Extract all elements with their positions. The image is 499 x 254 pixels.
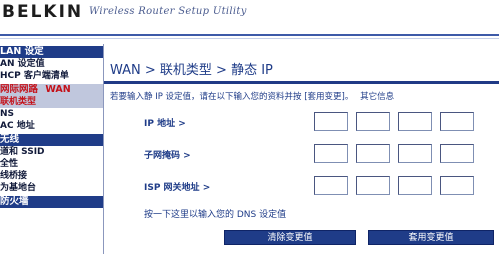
sidebar-section-firewall[interactable]: 防火墙 <box>0 196 103 208</box>
dns-settings-link[interactable]: 按一下这里以输入您的 DNS 设定值 <box>144 207 286 220</box>
clear-changes-button[interactable]: 清除变更值 <box>224 230 356 245</box>
sidebar-item-lan-settings[interactable]: AN 设定值 <box>0 58 103 70</box>
subnet-mask-inputs <box>314 144 474 163</box>
main-content: WAN > 联机类型 > 静态 IP 若要输入静 IP 设定值，请在以下输入您的… <box>104 44 499 254</box>
gateway-octet-4-input[interactable] <box>440 176 474 195</box>
header-divider <box>0 34 499 36</box>
header: BELKIN Wireless Router Setup Utility <box>0 0 499 39</box>
sidebar-section-wan[interactable]: 网际网路 WAN <box>0 84 103 96</box>
sidebar-nav: LAN 设定 AN 设定值 HCP 客户端清单 网际网路 WAN 联机类型 NS… <box>0 44 103 254</box>
sidebar-item-mac-address[interactable]: AC 地址 <box>0 120 103 132</box>
sidebar-item-channel-ssid[interactable]: 道和 SSID <box>0 146 103 158</box>
more-info-link[interactable]: 其它信息 <box>360 92 394 102</box>
sidebar-item-dns[interactable]: NS <box>0 108 103 120</box>
ip-address-label: IP 地址 > <box>144 119 186 129</box>
ip-octet-2-input[interactable] <box>356 112 390 131</box>
brand-logo: BELKIN <box>2 2 84 22</box>
sidebar-section-wireless[interactable]: 无线 <box>0 134 103 146</box>
apply-changes-button[interactable]: 套用变更值 <box>368 230 494 245</box>
sidebar-item-connection-type[interactable]: 联机类型 <box>0 96 103 108</box>
gateway-address-label: ISP 网关地址 > <box>144 183 211 193</box>
subnet-octet-3-input[interactable] <box>398 144 432 163</box>
ip-octet-3-input[interactable] <box>398 112 432 131</box>
sidebar-item-security[interactable]: 全性 <box>0 158 103 170</box>
ip-octet-1-input[interactable] <box>314 112 348 131</box>
subnet-octet-1-input[interactable] <box>314 144 348 163</box>
gateway-octet-2-input[interactable] <box>356 176 390 195</box>
title-divider <box>104 81 499 84</box>
instruction-body: 若要输入静 IP 设定值，请在以下输入您的资料并按 [套用变更]。 <box>110 92 354 102</box>
sidebar-section-lan[interactable]: LAN 设定 <box>0 46 103 58</box>
gateway-octet-3-input[interactable] <box>398 176 432 195</box>
ip-address-inputs <box>314 112 474 131</box>
subnet-mask-label: 子网掩码 > <box>144 151 191 161</box>
subnet-octet-4-input[interactable] <box>440 144 474 163</box>
sidebar-section-wan-sub: WAN <box>45 84 71 95</box>
subnet-octet-2-input[interactable] <box>356 144 390 163</box>
header-divider-thin <box>0 38 499 39</box>
sidebar-item-wireless-bridge[interactable]: 线桥接 <box>0 170 103 182</box>
sidebar-item-access-point[interactable]: 为基地台 <box>0 182 103 194</box>
page-title-breadcrumb: WAN > 联机类型 > 静态 IP <box>110 63 273 78</box>
tagline: Wireless Router Setup Utility <box>89 6 247 17</box>
instruction-text: 若要输入静 IP 设定值，请在以下输入您的资料并按 [套用变更]。 其它信息 <box>110 90 394 102</box>
gateway-address-inputs <box>314 176 474 195</box>
gateway-octet-1-input[interactable] <box>314 176 348 195</box>
sidebar-section-wan-title: 网际网路 <box>0 84 39 95</box>
ip-octet-4-input[interactable] <box>440 112 474 131</box>
sidebar-item-dhcp-client-list[interactable]: HCP 客户端清单 <box>0 70 103 82</box>
